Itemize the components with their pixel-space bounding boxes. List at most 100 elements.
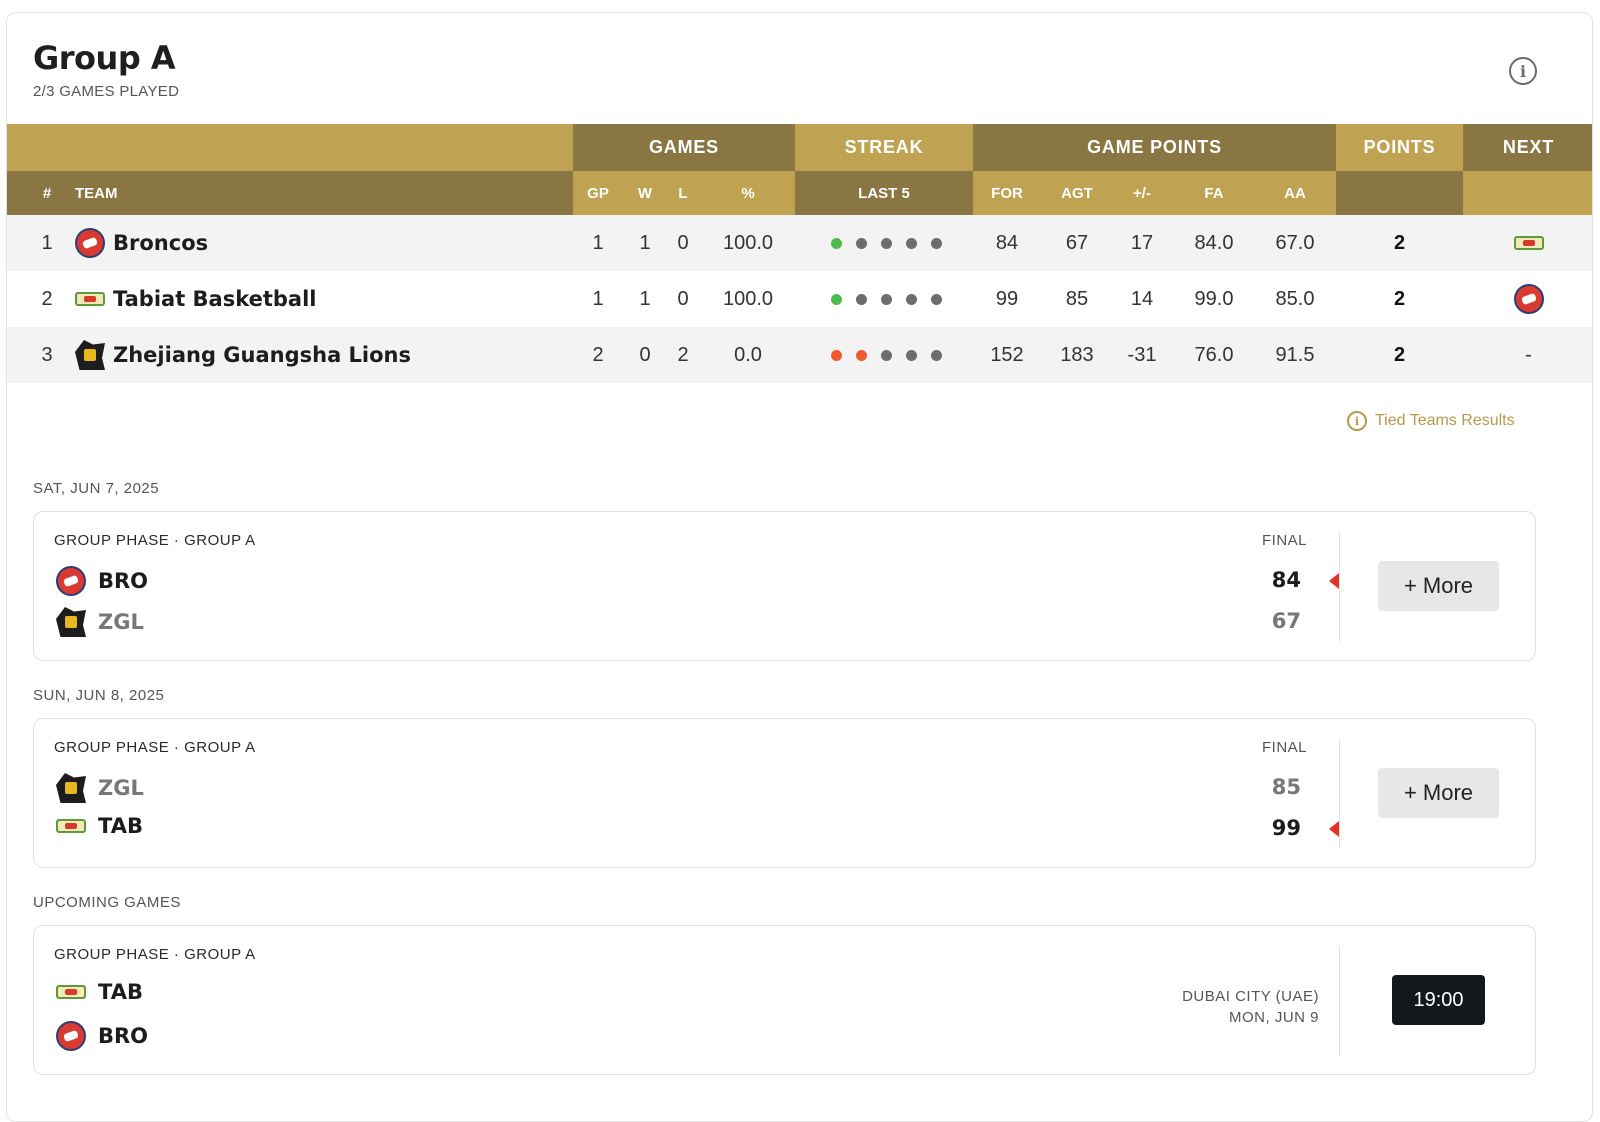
broncos-logo-icon <box>56 566 86 596</box>
team-1-score: 84 <box>1271 568 1301 592</box>
tabiat-logo-icon <box>75 292 105 306</box>
table-row[interactable]: 1 Broncos 1 1 0 100.0 84 67 17 84.0 67.0 2 <box>7 215 1592 271</box>
streak-cell <box>813 327 959 383</box>
more-button[interactable]: + More <box>1378 768 1499 818</box>
tabiat-logo-icon <box>56 819 86 833</box>
standings-card: Group A 2/3 GAMES PLAYED i GAMES STREAK … <box>6 12 1593 1122</box>
team-abbr: TAB <box>98 980 143 1004</box>
venue-name: DUBAI CITY (UAE) <box>1182 988 1319 1005</box>
header-points: POINTS <box>1363 137 1436 157</box>
team-2-score: 99 <box>1271 816 1301 840</box>
tabiat-logo-icon <box>56 985 86 999</box>
points-cell: 2 <box>1393 287 1406 310</box>
tied-teams-link[interactable]: i Tied Teams Results <box>1347 411 1515 431</box>
l-cell: 0 <box>677 231 689 254</box>
team-2-score: 67 <box>1271 609 1301 633</box>
team-name: Zhejiang Guangsha Lions <box>113 343 412 367</box>
streak-none-dot <box>905 237 917 249</box>
divider <box>1339 532 1340 642</box>
streak-loss-dot <box>855 349 867 361</box>
aa-cell: 91.5 <box>1275 343 1315 366</box>
team-cell[interactable]: Tabiat Basketball <box>75 271 555 327</box>
fa-cell: 99.0 <box>1194 287 1234 310</box>
game-time-button[interactable]: 19:00 <box>1392 975 1485 1025</box>
table-row[interactable]: 2 Tabiat Basketball 1 1 0 100.0 99 85 14 99.0 85… <box>7 271 1592 327</box>
info-icon[interactable]: i <box>1509 57 1537 85</box>
table-column-header: # TEAM GP W L % LAST 5 FOR AGT +/- FA AA <box>7 171 1592 215</box>
upcoming-games-label: UPCOMING GAMES <box>33 894 181 911</box>
rank-cell: 1 <box>41 231 53 254</box>
col-for: FOR <box>991 184 1023 202</box>
streak-none-dot <box>880 349 892 361</box>
col-w: W <box>637 184 653 202</box>
fa-cell: 76.0 <box>1194 343 1234 366</box>
streak-cell <box>813 271 959 327</box>
w-cell: 1 <box>639 287 651 310</box>
streak-none-dot <box>905 293 917 305</box>
agt-cell: 183 <box>1060 343 1094 366</box>
venue-info: DUBAI CITY (UAE) MON, JUN 9 <box>1182 986 1319 1028</box>
game-status: FINAL <box>1261 532 1307 549</box>
diff-cell: 17 <box>1130 231 1154 254</box>
broncos-logo-icon <box>1513 284 1544 314</box>
group-title: Group A <box>33 39 176 77</box>
pct-cell: 100.0 <box>722 287 774 310</box>
col-l: L <box>678 184 688 202</box>
game-status: FINAL <box>1261 739 1307 756</box>
points-cell: 2 <box>1393 231 1406 254</box>
w-cell: 0 <box>639 343 651 366</box>
next-cell: - <box>1525 343 1532 366</box>
game-card[interactable]: GROUP PHASE · GROUP A ZGL TAB FINAL 85 9… <box>33 718 1536 868</box>
more-button[interactable]: + More <box>1378 561 1499 611</box>
streak-win-dot <box>830 293 842 305</box>
team-name: Tabiat Basketball <box>113 287 317 311</box>
streak-none-dot <box>930 293 942 305</box>
team-abbr: TAB <box>98 814 143 838</box>
streak-none-dot <box>880 293 892 305</box>
col-gp: GP <box>587 184 609 202</box>
gp-cell: 2 <box>592 343 604 366</box>
game-date: SAT, JUN 7, 2025 <box>33 480 160 497</box>
for-cell: 84 <box>995 231 1019 254</box>
streak-loss-dot <box>830 349 842 361</box>
w-cell: 1 <box>639 231 651 254</box>
col-agt: AGT <box>1061 184 1093 202</box>
broncos-logo-icon <box>75 228 105 258</box>
l-cell: 0 <box>677 287 689 310</box>
game-team-2: TAB <box>56 814 143 838</box>
for-cell: 152 <box>990 343 1024 366</box>
info-icon: i <box>1347 411 1367 431</box>
divider <box>1339 946 1340 1056</box>
col-rank: # <box>42 184 52 202</box>
aa-cell: 85.0 <box>1275 287 1315 310</box>
col-last5: LAST 5 <box>858 184 910 202</box>
game-phase: GROUP PHASE · GROUP A <box>54 532 256 549</box>
streak-none-dot <box>930 349 942 361</box>
header-games: GAMES <box>573 124 795 171</box>
team-cell[interactable]: Broncos <box>75 215 555 271</box>
next-opponent[interactable] <box>1463 271 1592 327</box>
diff-cell: 14 <box>1130 287 1154 310</box>
next-opponent[interactable] <box>1463 215 1592 271</box>
streak-win-dot <box>830 237 842 249</box>
team-cell[interactable]: Zhejiang Guangsha Lions <box>75 327 555 383</box>
header-streak: STREAK <box>844 137 924 157</box>
winner-marker-icon <box>1329 821 1339 837</box>
pct-cell: 0.0 <box>734 343 762 366</box>
game-phase: GROUP PHASE · GROUP A <box>54 946 256 963</box>
zhejiang-logo-icon <box>75 340 105 370</box>
zhejiang-logo-icon <box>56 607 86 637</box>
col-fa: FA <box>1204 184 1224 202</box>
points-cell: 2 <box>1393 343 1406 366</box>
rank-cell: 2 <box>41 287 53 310</box>
game-card[interactable]: GROUP PHASE · GROUP A BRO ZGL FINAL 84 6… <box>33 511 1536 661</box>
upcoming-game-card[interactable]: GROUP PHASE · GROUP A TAB BRO DUBAI CITY… <box>33 925 1536 1075</box>
table-row[interactable]: 3 Zhejiang Guangsha Lions 2 0 2 0.0 152 183 -3… <box>7 327 1592 383</box>
game-date: SUN, JUN 8, 2025 <box>33 687 165 704</box>
l-cell: 2 <box>677 343 689 366</box>
for-cell: 99 <box>995 287 1019 310</box>
zhejiang-logo-icon <box>56 773 86 803</box>
gp-cell: 1 <box>592 231 604 254</box>
games-played-label: 2/3 GAMES PLAYED <box>33 83 180 100</box>
team-abbr: BRO <box>98 569 149 593</box>
